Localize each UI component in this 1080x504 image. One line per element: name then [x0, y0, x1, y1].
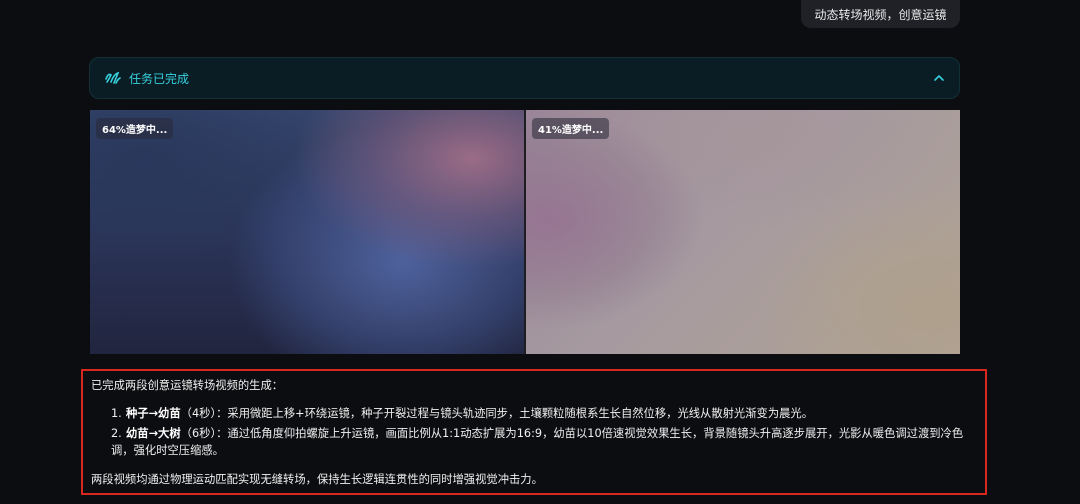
- progress-badge: 41%造梦中...: [532, 118, 610, 139]
- list-item: 2. 幼苗→大树（6秒）：通过低角度仰拍螺旋上升运镜，画面比例从1:1动态扩展为1…: [111, 425, 971, 459]
- item-duration: （4秒）: [180, 407, 217, 420]
- item-title: 幼苗→大树: [126, 427, 181, 440]
- response-text: 已完成两段创意运镜转场视频的生成： 1. 种子→幼苗（4秒）：采用微距上移+环绕运…: [81, 369, 987, 495]
- list-item: 1. 种子→幼苗（4秒）：采用微距上移+环绕运镜，种子开裂过程与镜头轨迹同步，土壤…: [111, 405, 971, 422]
- item-number: 1.: [111, 407, 122, 420]
- response-intro: 已完成两段创意运镜转场视频的生成：: [91, 379, 284, 392]
- item-duration: （6秒）: [180, 427, 217, 440]
- task-status-label: 任务已完成: [129, 71, 190, 86]
- progress-badge: 64%造梦中...: [96, 118, 174, 139]
- video-preview-2[interactable]: 41%造梦中...: [526, 110, 960, 354]
- user-message-bubble: 动态转场视频，创意运镜: [801, 0, 960, 28]
- item-body: ：采用微距上移+环绕运镜，种子开裂过程与镜头轨迹同步，土壤颗粒随根系生长自然位移…: [216, 407, 814, 420]
- video-preview-1[interactable]: 64%造梦中...: [90, 110, 524, 354]
- chevron-up-icon[interactable]: [931, 70, 947, 86]
- item-body: ：通过低角度仰拍螺旋上升运镜，画面比例从1:1动态扩展为16:9，幼苗以10倍速…: [111, 427, 964, 457]
- response-summary: 两段视频均通过物理运动匹配实现无缝转场，保持生长逻辑连贯性的同时增强视觉冲击力。: [91, 473, 543, 486]
- sparkle-icon: [104, 70, 122, 86]
- item-number: 2.: [111, 427, 122, 440]
- item-title: 种子→幼苗: [126, 407, 181, 420]
- task-status-bar[interactable]: 任务已完成: [89, 57, 960, 99]
- video-previews: 64%造梦中... 41%造梦中...: [90, 110, 960, 354]
